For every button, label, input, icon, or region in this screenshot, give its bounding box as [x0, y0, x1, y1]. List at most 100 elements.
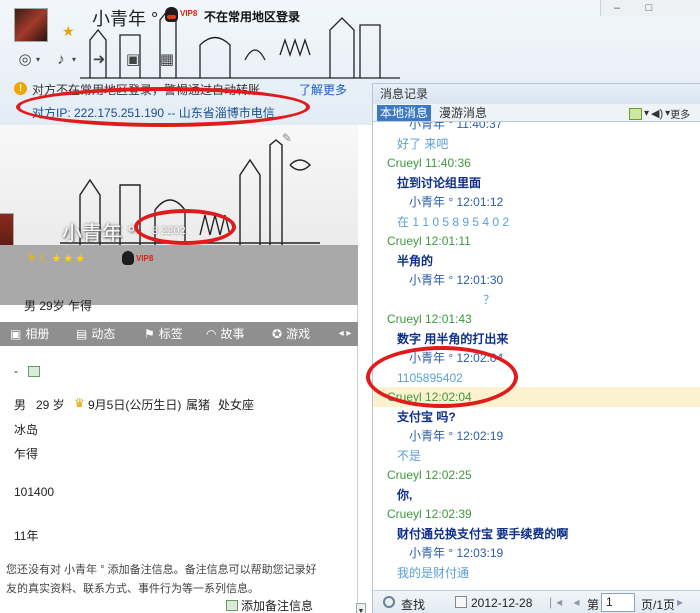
tab-album[interactable]: ▣ 相册: [10, 322, 49, 346]
remote-desktop-icon[interactable]: ▣: [122, 50, 144, 70]
qq-penguin-icon[interactable]: [122, 251, 134, 265]
page-nav-next[interactable]: ▸: [677, 595, 683, 609]
apps-icon[interactable]: ▦: [156, 50, 178, 70]
moon-icon: ☾: [39, 253, 50, 265]
transfer-file-icon[interactable]: ➜: [88, 50, 110, 70]
message-text: 数字 用半角的打出来: [397, 331, 509, 346]
message-text: 我的是财付通: [397, 565, 470, 580]
qq-penguin-icon[interactable]: [165, 7, 178, 22]
history-title: 消息记录: [373, 84, 700, 104]
vip-badge[interactable]: VIP8: [136, 254, 153, 263]
album-icon: ▣: [10, 327, 22, 341]
minimize-button[interactable]: –: [601, 1, 633, 15]
speaker-icon[interactable]: ◀): [651, 107, 663, 120]
story-icon: ◠: [206, 327, 217, 341]
message-header: 小青年 ° 12:01:30: [409, 273, 504, 287]
tab-scroll-arrows[interactable]: ◂ ▸: [332, 322, 358, 346]
warning-icon: !: [14, 82, 27, 95]
message-text: 财付通兑换支付宝 要手续费的啊: [397, 526, 569, 541]
page-number-input[interactable]: 1: [601, 593, 635, 612]
detail-years: 11年: [14, 529, 39, 543]
date-selector[interactable]: 2012-12-28: [471, 596, 532, 610]
star-icon: ★: [51, 253, 62, 265]
message-text: ？: [483, 292, 496, 307]
more-button[interactable]: 更多: [670, 106, 690, 121]
contact-name[interactable]: 小青年 °: [92, 5, 158, 31]
profile-basic-info: 男 29岁 乍得: [24, 299, 93, 313]
collapse-toggle[interactable]: ▼: [356, 603, 366, 613]
search-icon[interactable]: [383, 596, 395, 608]
message-header: Crueyl 12:01:43: [387, 312, 472, 326]
message-text: 不是: [397, 448, 422, 463]
annotation-oval-qq-number: [134, 209, 236, 245]
page-prefix-label: 第: [587, 598, 600, 612]
login-status: 不在常用地区登录: [204, 10, 301, 24]
tag-icon: ⚑: [144, 327, 155, 341]
page-nav-prev[interactable]: |◂ ◂: [549, 595, 584, 609]
message-header: 小青年 ° 11:40:37: [409, 122, 503, 131]
detail-hometown: 冰岛: [14, 423, 39, 437]
detail-birthday: 9月5日(公历生日): [88, 398, 182, 412]
profile-tabbar: ▣ 相册 ▤ 动态 ⚑ 标签 ◠ 故事 ✪ 游戏 ◂ ▸: [0, 322, 358, 346]
page-total-label: 页/1页: [641, 598, 676, 612]
detail-gender: 男: [14, 398, 27, 412]
contact-profile-card: ✎ 小青年 ° 3 2202 ☀ ☾ ★ ★ ★ VIP8 男 29岁 乍得 ▣ 相册 ▤…: [0, 125, 366, 613]
detail-postcode: 101400: [14, 485, 55, 499]
detail-dash: -: [14, 364, 18, 378]
profile-details: - 男 29 岁 ♛ 9月5日(公历生日) 属猪 处女座 冰岛 乍得 10140…: [0, 346, 354, 613]
message-text: 你,: [397, 487, 413, 502]
detail-star-sign: 处女座: [218, 398, 255, 412]
message-header: Crueyl 12:02:25: [387, 468, 472, 482]
calendar-icon[interactable]: [455, 596, 467, 608]
add-note-button[interactable]: 添加备注信息: [226, 597, 313, 613]
voice-icon[interactable]: ♪: [50, 50, 72, 70]
annotation-oval-ip: [16, 87, 310, 127]
maximize-button[interactable]: □: [633, 1, 665, 15]
feed-icon: ▤: [76, 327, 88, 341]
note-hint-text: 您还没有对 小青年 ° 添加备注信息。备注信息可以帮助您记录好友的真实资料、联系…: [6, 564, 317, 595]
video-icon[interactable]: ◎: [14, 50, 36, 70]
profile-name: 小青年 °: [62, 223, 136, 245]
message-header: Crueyl 12:01:11: [387, 234, 471, 248]
message-header: Crueyl 12:02:39: [387, 507, 472, 521]
message-text: 在 1 1 0 5 8 9 5 4 0 2: [397, 214, 510, 229]
qq-level-icons[interactable]: ☀ ☾ ★ ★ ★: [26, 250, 87, 266]
find-button[interactable]: 查找: [401, 596, 425, 613]
history-footer: 查找 2012-12-28 |◂ ◂ 第 1 页/1页 ▸: [373, 590, 700, 613]
detail-zodiac: 属猪: [186, 398, 211, 412]
export-icon[interactable]: [629, 107, 642, 120]
message-text: 半角的: [397, 253, 434, 268]
crown-icon: ♛: [74, 396, 85, 410]
message-header: Crueyl 11:40:36: [387, 156, 471, 170]
note-icon: [226, 600, 238, 611]
window-controls: – □: [600, 0, 700, 16]
sun-icon: ☀: [26, 250, 38, 265]
detail-location: 乍得: [14, 447, 39, 461]
tab-local-messages[interactable]: 本地消息: [377, 105, 432, 121]
star-icon: ★: [62, 23, 75, 39]
video-dropdown-arrow[interactable]: ▾: [36, 55, 40, 64]
message-text: 拉到讨论组里面: [397, 175, 482, 190]
tab-feed[interactable]: ▤ 动态: [76, 322, 115, 346]
tab-roaming-messages[interactable]: 漫游消息: [439, 105, 487, 121]
history-tools: ▾ ◀) ▾更多: [629, 106, 690, 122]
message-header: 小青年 ° 12:03:19: [409, 546, 504, 560]
message-header: 小青年 ° 12:02:19: [409, 429, 504, 443]
edit-signature-icon[interactable]: [28, 366, 40, 377]
tab-tags[interactable]: ⚑ 标签: [144, 322, 183, 346]
tab-games[interactable]: ✪ 游戏: [272, 322, 310, 346]
voice-dropdown-arrow[interactable]: ▾: [72, 55, 76, 64]
annotation-oval-account: [366, 346, 518, 408]
contact-avatar[interactable]: [14, 8, 48, 42]
learn-more-link[interactable]: 了解更多: [299, 81, 347, 98]
card-pen-icon[interactable]: ✎: [282, 131, 292, 145]
game-icon: ✪: [272, 327, 283, 341]
message-text: 支付宝 吗?: [397, 409, 456, 424]
message-header: 小青年 ° 12:01:12: [409, 195, 504, 209]
message-text: 好了 来吧: [397, 136, 449, 151]
star-icon: ★: [75, 253, 86, 265]
vip-badge[interactable]: VIP8: [180, 9, 197, 18]
export-dropdown-arrow[interactable]: ▾: [644, 108, 649, 119]
tab-stories[interactable]: ◠ 故事: [206, 322, 245, 346]
star-icon: ★: [63, 253, 74, 265]
